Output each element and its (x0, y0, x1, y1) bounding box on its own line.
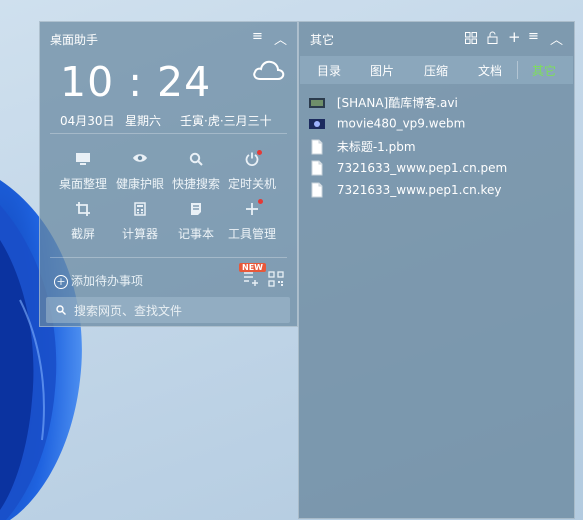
eye-icon (111, 152, 169, 172)
tab-images[interactable]: 图片 (370, 62, 394, 79)
file-item[interactable]: movie480_vp9.webm (309, 116, 465, 134)
tool-label: 计算器 (121, 227, 158, 241)
tool-calculator[interactable]: 计算器 (111, 202, 169, 242)
tool-manage[interactable]: 工具管理 (223, 202, 281, 242)
file-item[interactable]: 7321633_www.pep1.cn.pem (309, 160, 507, 178)
plus-icon (223, 202, 281, 222)
qr-code-icon[interactable] (268, 271, 284, 287)
lunar-date: 壬寅·虎·三月三十 (180, 114, 272, 128)
file-name: movie480_vp9.webm (336, 116, 466, 131)
web-file-search-box[interactable] (46, 297, 290, 323)
tab-divider (517, 61, 518, 79)
panel-title: 其它 (310, 33, 335, 47)
tool-desktop-organize[interactable]: 桌面整理 (54, 152, 112, 192)
add-icon[interactable]: + (508, 28, 521, 46)
tool-quick-search[interactable]: 快捷搜索 (167, 152, 225, 192)
add-circle-icon: + (54, 275, 68, 289)
blank-file-icon (311, 160, 323, 176)
tool-label: 桌面整理 (58, 177, 107, 191)
tool-label: 健康护眼 (115, 177, 164, 191)
file-name: 7321633_www.pep1.cn.pem (336, 161, 508, 175)
search-icon (56, 305, 66, 315)
category-tabs: 目录 图片 压缩 文档 其它 (300, 56, 573, 84)
tab-archives[interactable]: 压缩 (424, 62, 448, 79)
file-item[interactable]: 7321633_www.pep1.cn.key (309, 182, 502, 200)
file-item[interactable]: [SHANA]酷库博客.avi (309, 94, 458, 112)
tool-timed-shutdown[interactable]: 定时关机 (223, 152, 281, 192)
tool-label: 记事本 (177, 227, 214, 241)
clock: 10 : 24 (60, 58, 212, 106)
blank-file-icon (311, 139, 323, 154)
search-icon (167, 152, 225, 172)
tool-label: 定时关机 (227, 177, 276, 191)
unlock-icon[interactable] (487, 31, 498, 44)
file-name: [SHANA]酷库博客.avi (336, 96, 458, 110)
tool-notepad[interactable]: 记事本 (167, 202, 225, 242)
divider (50, 133, 287, 134)
cloud-weather-icon[interactable] (252, 58, 286, 82)
collapse-icon[interactable]: ︿ (550, 29, 563, 48)
tool-label: 截屏 (70, 227, 95, 241)
file-item[interactable]: 未标题-1.pbm (309, 138, 416, 156)
add-todo-button[interactable]: + 添加待办事项 (54, 272, 143, 289)
menu-icon[interactable]: ≡ (528, 29, 539, 44)
files-panel: 其它 + ≡ ︿ 目录 图片 压缩 文档 其它 [SHANA]酷库博客.avi … (298, 21, 575, 519)
file-name: 未标题-1.pbm (336, 140, 416, 154)
video-file-icon (309, 97, 325, 108)
tab-documents[interactable]: 文档 (478, 62, 502, 79)
blank-file-icon (311, 182, 323, 198)
tool-eye-care[interactable]: 健康护眼 (111, 152, 169, 192)
desktop-assistant-panel: 桌面助手 ≡ ︿ 10 : 24 04月30日 星期六 壬寅·虎·三月三十 桌面… (39, 21, 298, 327)
power-icon (223, 152, 281, 172)
tool-label: 工具管理 (227, 227, 276, 241)
video-file-icon (309, 118, 325, 129)
crop-icon (54, 202, 112, 222)
todo-list-add-icon[interactable] (243, 271, 259, 287)
calculator-icon (111, 202, 169, 222)
grid-view-icon[interactable] (465, 32, 477, 44)
file-name: 7321633_www.pep1.cn.key (336, 183, 502, 197)
tab-directory[interactable]: 目录 (317, 62, 341, 79)
notepad-icon (167, 202, 225, 222)
add-todo-label: 添加待办事项 (71, 274, 144, 288)
search-input[interactable] (72, 300, 286, 322)
tab-other[interactable]: 其它 (532, 62, 556, 79)
notification-dot (258, 199, 263, 204)
divider (50, 257, 287, 258)
collapse-icon[interactable]: ︿ (274, 29, 287, 48)
tool-screenshot[interactable]: 截屏 (54, 202, 112, 242)
menu-icon[interactable]: ≡ (252, 29, 263, 44)
notification-dot (257, 150, 262, 155)
date: 04月30日 (60, 114, 115, 128)
weekday: 星期六 (125, 114, 162, 128)
tool-label: 快捷搜索 (171, 177, 220, 191)
panel-title: 桌面助手 (50, 33, 99, 47)
monitor-icon (54, 152, 112, 172)
